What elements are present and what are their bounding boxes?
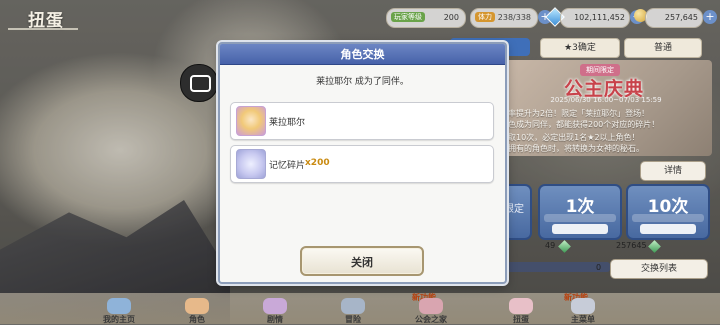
player-level-box: 玩家等级 200 <box>386 8 466 28</box>
menu-icon <box>571 298 595 314</box>
reward-item: 记忆碎片 x200 <box>230 145 494 183</box>
nav-label: 剧情 <box>267 315 283 324</box>
nav-guild-house[interactable]: 新功能 公会之家 <box>398 293 464 324</box>
nav-label: 角色 <box>189 315 205 324</box>
add-jewels-button[interactable]: + <box>703 10 717 24</box>
nav-label: 我的主页 <box>103 315 135 324</box>
banner-line: 抽取10次，必定出现1名★2以上角色！ <box>500 133 640 142</box>
gacha-ten-cost <box>640 224 696 234</box>
ticket-count: 49 <box>545 241 556 250</box>
nav-label: 主菜单 <box>571 315 595 324</box>
character-portrait-icon <box>236 106 266 136</box>
gacha-ten-subbar <box>632 214 704 222</box>
stamina-label: 体力 <box>475 12 495 22</box>
hide-ui-button[interactable] <box>180 64 218 102</box>
jewel-balance: 257645 <box>616 241 647 250</box>
nav-home[interactable]: 我的主页 <box>86 298 152 324</box>
exchange-list-button[interactable]: 交换列表 <box>610 259 708 279</box>
title-underline <box>8 28 78 30</box>
gacha-ten-button[interactable]: 10次 <box>626 184 710 240</box>
stamina-box: 体力 238/338 <box>470 8 538 28</box>
reward-item-name: 莱拉耶尔 <box>269 118 306 128</box>
guild-house-icon <box>419 298 443 314</box>
nav-label: 公会之家 <box>415 315 447 324</box>
jewel-count: 257,645 <box>645 8 703 28</box>
stamina-value: 238/338 <box>497 13 531 22</box>
nav-main-menu[interactable]: 新功能 主菜单 <box>550 293 616 324</box>
close-button-label: 关闭 <box>351 256 373 269</box>
sword-icon <box>341 298 365 314</box>
character-exchange-dialog: 角色交换 莱拉耶尔 成为了同伴。 莱拉耶尔 记忆碎片 x200 关闭 <box>218 42 507 284</box>
banner-line: 出率提升为2倍！限定「莱拉耶尔」登场！ <box>500 109 650 118</box>
player-level-label: 玩家等级 <box>391 12 425 22</box>
tab-star3[interactable]: ★3确定 <box>540 38 620 58</box>
gacha-banner: 期间限定 公主庆典 2025/06/30 16:00~07/03 15:59 出… <box>500 60 712 156</box>
nav-adventure[interactable]: 冒险 <box>320 298 386 324</box>
reward-item-quantity: x200 <box>305 158 330 168</box>
banner-line: 已拥有的角色时，将转换为女神的秘石。 <box>500 144 644 153</box>
nav-gacha[interactable]: 扭蛋 <box>488 298 554 324</box>
banner-line: 角色成为同伴，都能获得200个对应的碎片！ <box>500 120 660 129</box>
nav-label: 扭蛋 <box>513 315 529 324</box>
character-icon <box>185 298 209 314</box>
memory-shard-icon <box>236 149 266 179</box>
dialog-title: 角色交换 <box>340 48 385 61</box>
gacha-icon <box>509 298 533 314</box>
player-level-value: 200 <box>443 13 459 22</box>
story-icon <box>263 298 287 314</box>
gacha-one-button[interactable]: 1次 <box>538 184 622 240</box>
nav-label: 冒险 <box>345 315 361 324</box>
close-button[interactable]: 关闭 <box>300 246 424 276</box>
dialog-header: 角色交换 <box>220 44 505 65</box>
nav-character[interactable]: 角色 <box>164 298 230 324</box>
camera-icon <box>190 75 211 92</box>
detail-button[interactable]: 详情 <box>640 161 706 181</box>
home-icon <box>107 298 131 314</box>
dialog-message: 莱拉耶尔 成为了同伴。 <box>316 77 409 87</box>
exchange-progress-bar <box>500 262 610 272</box>
reward-item: 莱拉耶尔 <box>230 102 494 140</box>
gacha-one-cost <box>552 224 608 234</box>
exchange-points: 0 <box>596 263 602 272</box>
tab-normal[interactable]: 普通 <box>624 38 702 58</box>
banner-date: 2025/06/30 16:00~07/03 15:59 <box>550 96 662 104</box>
nav-story[interactable]: 剧情 <box>242 298 308 324</box>
gacha-one-subbar <box>544 214 616 222</box>
reward-item-name: 记忆碎片 <box>269 161 306 171</box>
gem-count: 102,111,452 <box>560 8 630 28</box>
limit-label: 限定 <box>504 204 524 215</box>
